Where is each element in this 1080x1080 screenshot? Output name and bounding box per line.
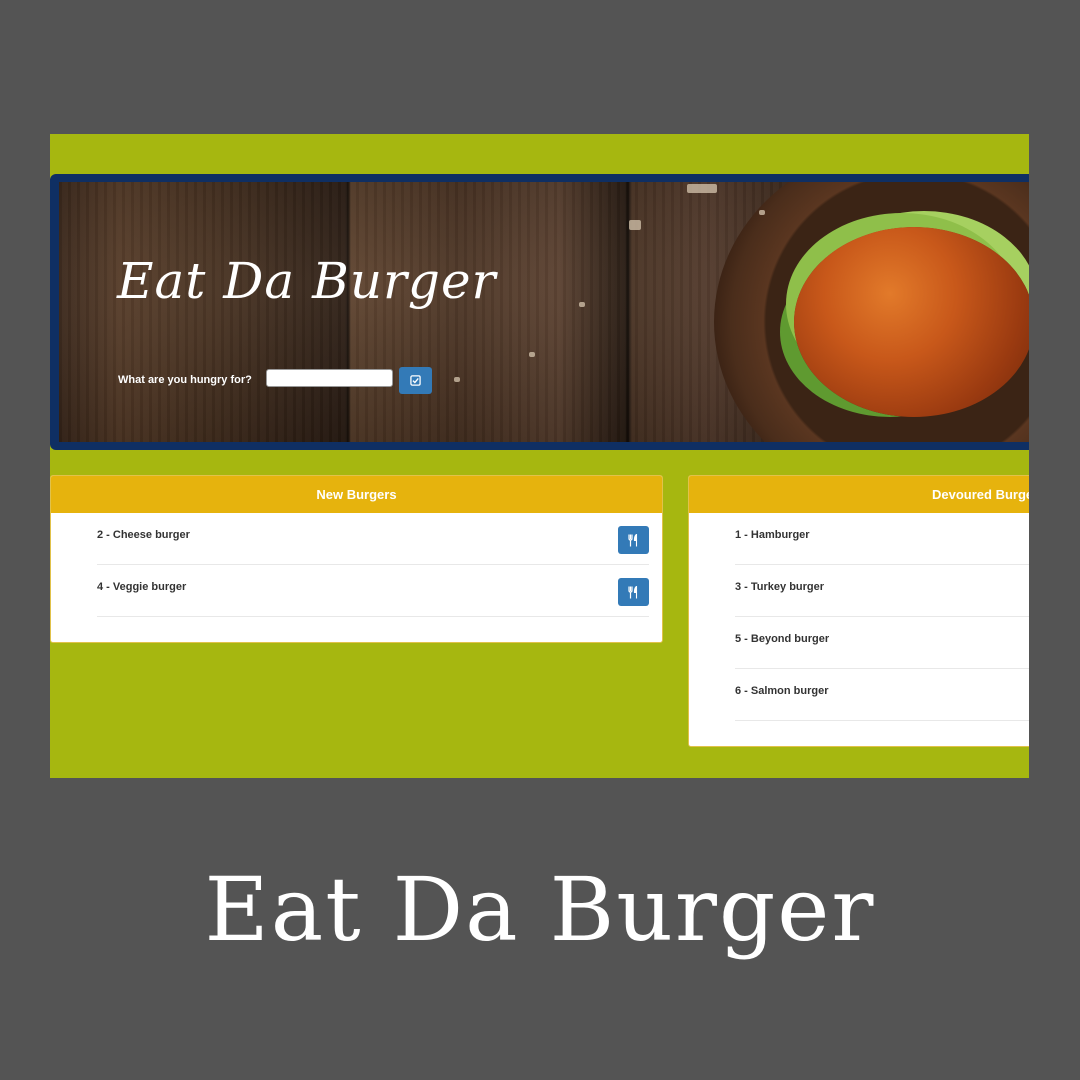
crumb <box>629 220 641 230</box>
crumb <box>579 302 585 307</box>
burger-name: 4 - Veggie burger <box>97 581 187 593</box>
burger-name: 5 - Beyond burger <box>735 633 830 645</box>
burger-input-label: What are you hungry for? <box>118 374 252 386</box>
new-burgers-panel: New Burgers 2 - Cheese burger 4 - Veggie… <box>50 475 663 643</box>
page-title: Eat Da Burger <box>117 252 497 310</box>
burger-name: 6 - Salmon burger <box>735 685 829 697</box>
burger-name: 1 - Hamburger <box>735 529 810 541</box>
utensils-icon <box>628 533 638 546</box>
list-item: 2 - Cheese burger <box>97 513 649 565</box>
caption-title: Eat Da Burger <box>204 858 876 961</box>
crumb <box>454 377 460 382</box>
devoured-burgers-list: 1 - Hamburger 3 - Turkey burger 5 - Beyo… <box>689 513 1029 721</box>
check-square-icon <box>410 375 421 386</box>
devoured-burgers-panel: Devoured Burgers 1 - Hamburger 3 - Turke… <box>688 475 1029 747</box>
burger-name: 2 - Cheese burger <box>97 529 190 541</box>
utensils-icon <box>628 585 638 598</box>
burger-photo <box>794 227 1029 417</box>
devoured-burgers-heading: Devoured Burgers <box>689 476 1029 513</box>
devour-button[interactable] <box>618 578 649 606</box>
list-item: 3 - Turkey burger <box>735 565 1029 617</box>
list-item: 4 - Veggie burger <box>97 565 649 617</box>
list-item: 6 - Salmon burger <box>735 669 1029 721</box>
new-burgers-list: 2 - Cheese burger 4 - Veggie burger <box>51 513 662 617</box>
jumbotron: Eat Da Burger What are you hungry for? <box>50 174 1029 450</box>
burger-name: 3 - Turkey burger <box>735 581 825 593</box>
crumb <box>529 352 535 357</box>
app-screenshot: Eat Da Burger What are you hungry for? N… <box>50 134 1029 778</box>
hero-image: Eat Da Burger What are you hungry for? <box>59 182 1029 442</box>
crumb <box>687 184 717 193</box>
crumb <box>759 210 765 215</box>
burger-name-input[interactable] <box>266 369 393 387</box>
list-item: 5 - Beyond burger <box>735 617 1029 669</box>
add-burger-button[interactable] <box>399 367 432 394</box>
devour-button[interactable] <box>618 526 649 554</box>
new-burgers-heading: New Burgers <box>51 476 662 513</box>
list-item: 1 - Hamburger <box>735 513 1029 565</box>
